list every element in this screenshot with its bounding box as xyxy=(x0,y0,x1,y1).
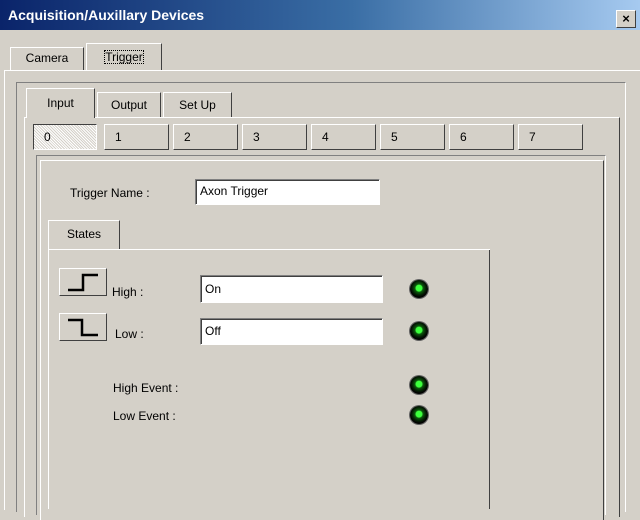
high-value-field[interactable]: On xyxy=(200,275,383,303)
window-title: Acquisition/Auxillary Devices xyxy=(8,7,205,23)
states-tab-line xyxy=(119,249,490,250)
channel-button-4[interactable]: 4 xyxy=(311,124,376,150)
trigger-name-field[interactable]: Axon Trigger xyxy=(195,179,380,205)
tab-camera[interactable]: Camera xyxy=(10,47,84,71)
low-label: Low : xyxy=(115,327,144,341)
channel-button-7[interactable]: 7 xyxy=(518,124,583,150)
low-value-field[interactable]: Off xyxy=(200,318,383,345)
tab-states[interactable]: States xyxy=(48,220,120,250)
close-button[interactable]: × xyxy=(616,10,636,28)
low-edge-button[interactable] xyxy=(59,313,107,341)
tab-output[interactable]: Output xyxy=(97,92,161,117)
high-event-label: High Event : xyxy=(113,381,179,395)
low-event-led-icon xyxy=(410,406,428,424)
channel-button-0[interactable]: 0 xyxy=(33,124,97,150)
rising-edge-icon xyxy=(68,273,98,292)
channel-button-3[interactable]: 3 xyxy=(242,124,307,150)
low-state-led-icon xyxy=(410,322,428,340)
tab-trigger[interactable]: Trigger xyxy=(86,43,162,71)
low-event-label: Low Event : xyxy=(113,409,176,423)
high-edge-button[interactable] xyxy=(59,268,107,296)
tab-input[interactable]: Input xyxy=(26,88,95,118)
tab-setup[interactable]: Set Up xyxy=(163,92,232,117)
channel-button-1[interactable]: 1 xyxy=(104,124,169,150)
close-icon: × xyxy=(622,11,630,26)
channel-button-6[interactable]: 6 xyxy=(449,124,514,150)
channel-button-5[interactable]: 5 xyxy=(380,124,445,150)
falling-edge-icon xyxy=(68,318,98,337)
trigger-name-label: Trigger Name : xyxy=(70,186,150,200)
high-label: High : xyxy=(112,285,144,299)
channel-button-2[interactable]: 2 xyxy=(173,124,238,150)
high-state-led-icon xyxy=(410,280,428,298)
high-event-led-icon xyxy=(410,376,428,394)
